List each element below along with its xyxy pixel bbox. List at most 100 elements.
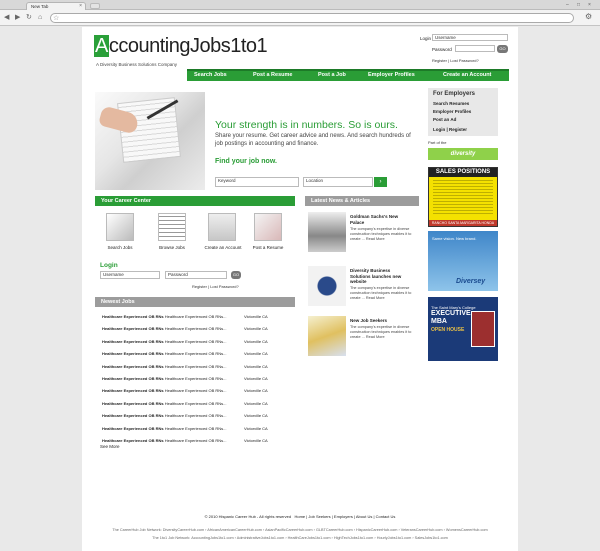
job-row[interactable]: Healthcare Experienced OB RNs Healthcare… <box>102 401 282 406</box>
tab-close-icon[interactable]: × <box>79 3 82 9</box>
diversity-logo[interactable]: diversity <box>428 148 498 160</box>
job-row[interactable]: Healthcare Experienced OB RNs Healthcare… <box>102 438 282 443</box>
read-more-link[interactable]: Read More <box>366 335 385 339</box>
search-jobs-icon[interactable] <box>106 213 134 241</box>
location-input[interactable]: Location <box>303 177 373 187</box>
emp-post-ad[interactable]: Post an Ad <box>433 117 456 122</box>
cc-post-resume[interactable]: Post a Resume <box>248 245 288 250</box>
tab-title: New Tab <box>31 4 49 9</box>
news-title[interactable]: Goldman Sachs's New Palace <box>350 214 410 225</box>
footer-contact-link[interactable]: Contact Us <box>376 514 396 519</box>
nav-post-job[interactable]: Post a Job <box>318 72 346 78</box>
site-logo[interactable]: AccountingJobs1to1 <box>94 35 268 58</box>
back-icon[interactable]: ◀ <box>4 13 9 22</box>
news-item[interactable]: Diversity Business Solutions launches ne… <box>308 266 423 310</box>
news-title[interactable]: Diversity Business Solutions launches ne… <box>350 268 410 285</box>
star-icon[interactable]: ☆ <box>53 14 59 22</box>
ad-executive-mba[interactable]: The Saint Mary's College EXECUTIVE MBA O… <box>428 297 498 361</box>
job-title[interactable]: Healthcare Experienced OB RNs <box>102 339 164 344</box>
emp-search-resumes[interactable]: Search Resumes <box>433 101 469 106</box>
top-login-label: Login <box>420 36 432 41</box>
emp-employer-profiles[interactable]: Employer Profiles <box>433 109 471 114</box>
news-title[interactable]: New Job Seekers <box>350 318 410 324</box>
top-username-input[interactable]: Username <box>432 34 508 41</box>
nav-create-account[interactable]: Create an Account <box>443 72 491 78</box>
job-title[interactable]: Healthcare Experienced OB RNs <box>102 376 164 381</box>
hero-find-job: Find your job now. <box>215 158 277 165</box>
career-center-header: Your Career Center <box>95 196 295 206</box>
job-row[interactable]: Healthcare Experienced OB RNs Healthcare… <box>102 314 282 319</box>
maximize-icon[interactable]: □ <box>577 2 580 8</box>
read-more-link[interactable]: Read More <box>366 296 385 300</box>
nav-employer-profiles[interactable]: Employer Profiles <box>368 72 415 78</box>
news-item[interactable]: New Job Seekers The company's expertise … <box>308 316 423 360</box>
footer-home-link[interactable]: Home <box>294 514 305 519</box>
job-row[interactable]: Healthcare Experienced OB RNs Healthcare… <box>102 339 282 344</box>
forward-icon[interactable]: ▶ <box>15 13 20 22</box>
job-location: Victorville CA <box>244 413 268 419</box>
minimize-icon[interactable]: – <box>566 2 569 8</box>
job-title[interactable]: Healthcare Experienced OB RNs <box>102 413 164 418</box>
news-body: The company's expertise in diverse const… <box>350 286 412 300</box>
ad-diversey[interactable]: Same vision. New brand. Diversey <box>428 231 498 291</box>
footer-network-1to1[interactable]: The 1to1 Job Network: AccountingJobs1to1… <box>0 536 600 540</box>
browse-jobs-icon[interactable] <box>158 213 186 241</box>
register-link[interactable]: Register <box>192 284 207 289</box>
job-row[interactable]: Healthcare Experienced OB RNs Healthcare… <box>102 364 282 369</box>
job-title[interactable]: Healthcare Experienced OB RNs <box>102 314 164 319</box>
lost-password-link[interactable]: Lost Password? <box>210 284 238 289</box>
job-row[interactable]: Healthcare Experienced OB RNs Healthcare… <box>102 376 282 381</box>
footer-network-careerhub[interactable]: The CareerHub Job Network: DiversityCare… <box>0 528 600 532</box>
job-row[interactable]: Healthcare Experienced OB RNs Healthcare… <box>102 326 282 331</box>
ad-sales-positions[interactable]: SALES POSITIONS RANCHO SANTA MARGARITA H… <box>428 167 498 227</box>
job-title[interactable]: Healthcare Experienced OB RNs <box>102 364 164 369</box>
job-title[interactable]: Healthcare Experienced OB RNs <box>102 426 164 431</box>
cc-create-account[interactable]: Create an Account <box>202 245 244 250</box>
job-company: Healthcare Experienced OB RNs... <box>163 351 227 357</box>
nav-post-resume[interactable]: Post a Resume <box>253 72 292 78</box>
address-bar[interactable]: ☆ <box>50 13 574 23</box>
cc-search-jobs[interactable]: Search Jobs <box>100 245 140 250</box>
top-password-input[interactable] <box>455 45 495 52</box>
job-title[interactable]: Healthcare Experienced OB RNs <box>102 401 164 406</box>
wrench-icon[interactable]: ⚙ <box>585 12 592 21</box>
footer-about-link[interactable]: About Us <box>356 514 372 519</box>
reload-icon[interactable]: ↻ <box>26 13 32 22</box>
job-title[interactable]: Healthcare Experienced OB RNs <box>102 351 164 356</box>
news-body: The company's expertise in diverse const… <box>350 227 412 241</box>
job-company: Healthcare Experienced OB RNs... <box>163 376 227 381</box>
read-more-link[interactable]: Read More <box>366 237 385 241</box>
home-icon[interactable]: ⌂ <box>38 13 42 22</box>
emp-register-link[interactable]: Register <box>449 127 467 132</box>
create-account-icon[interactable] <box>208 213 236 241</box>
new-tab-button[interactable] <box>90 3 100 9</box>
top-login-go-button[interactable]: GO <box>497 45 508 53</box>
news-item[interactable]: Goldman Sachs's New Palace The company's… <box>308 212 423 256</box>
top-register-link[interactable]: Register <box>432 58 447 63</box>
job-title[interactable]: Healthcare Experienced OB RNs <box>102 438 164 443</box>
top-lost-password-link[interactable]: Lost Password? <box>450 58 478 63</box>
keyword-input[interactable]: Keyword <box>215 177 299 187</box>
cc-browse-jobs[interactable]: Browse Jobs <box>152 245 192 250</box>
emp-login-link[interactable]: Login <box>433 127 445 132</box>
nav-search-jobs[interactable]: Search Jobs <box>194 72 227 78</box>
username-input[interactable]: Username <box>100 271 160 279</box>
job-row[interactable]: Healthcare Experienced OB RNs Healthcare… <box>102 388 282 393</box>
job-row[interactable]: Healthcare Experienced OB RNs Healthcare… <box>102 426 282 431</box>
footer-employers-link[interactable]: Employers <box>334 514 353 519</box>
see-more-link[interactable]: See More <box>100 444 120 449</box>
search-button[interactable]: › <box>374 177 387 187</box>
login-go-button[interactable]: GO <box>231 271 241 279</box>
site-tagline: A Diversity Business Solutions Company <box>96 62 178 67</box>
employers-title: For Employers <box>433 91 476 97</box>
post-resume-icon[interactable] <box>254 213 282 241</box>
browser-tab[interactable]: New Tab × <box>26 2 86 10</box>
job-row[interactable]: Healthcare Experienced OB RNs Healthcare… <box>102 351 282 356</box>
job-location: Victorville CA <box>244 400 268 406</box>
footer-job-seekers-link[interactable]: Job Seekers <box>308 514 330 519</box>
close-window-icon[interactable]: × <box>588 2 591 8</box>
job-row[interactable]: Healthcare Experienced OB RNs Healthcare… <box>102 413 282 418</box>
job-title[interactable]: Healthcare Experienced OB RNs <box>102 326 164 331</box>
password-input[interactable]: Password <box>165 271 227 279</box>
job-title[interactable]: Healthcare Experienced OB RNs <box>102 388 164 393</box>
